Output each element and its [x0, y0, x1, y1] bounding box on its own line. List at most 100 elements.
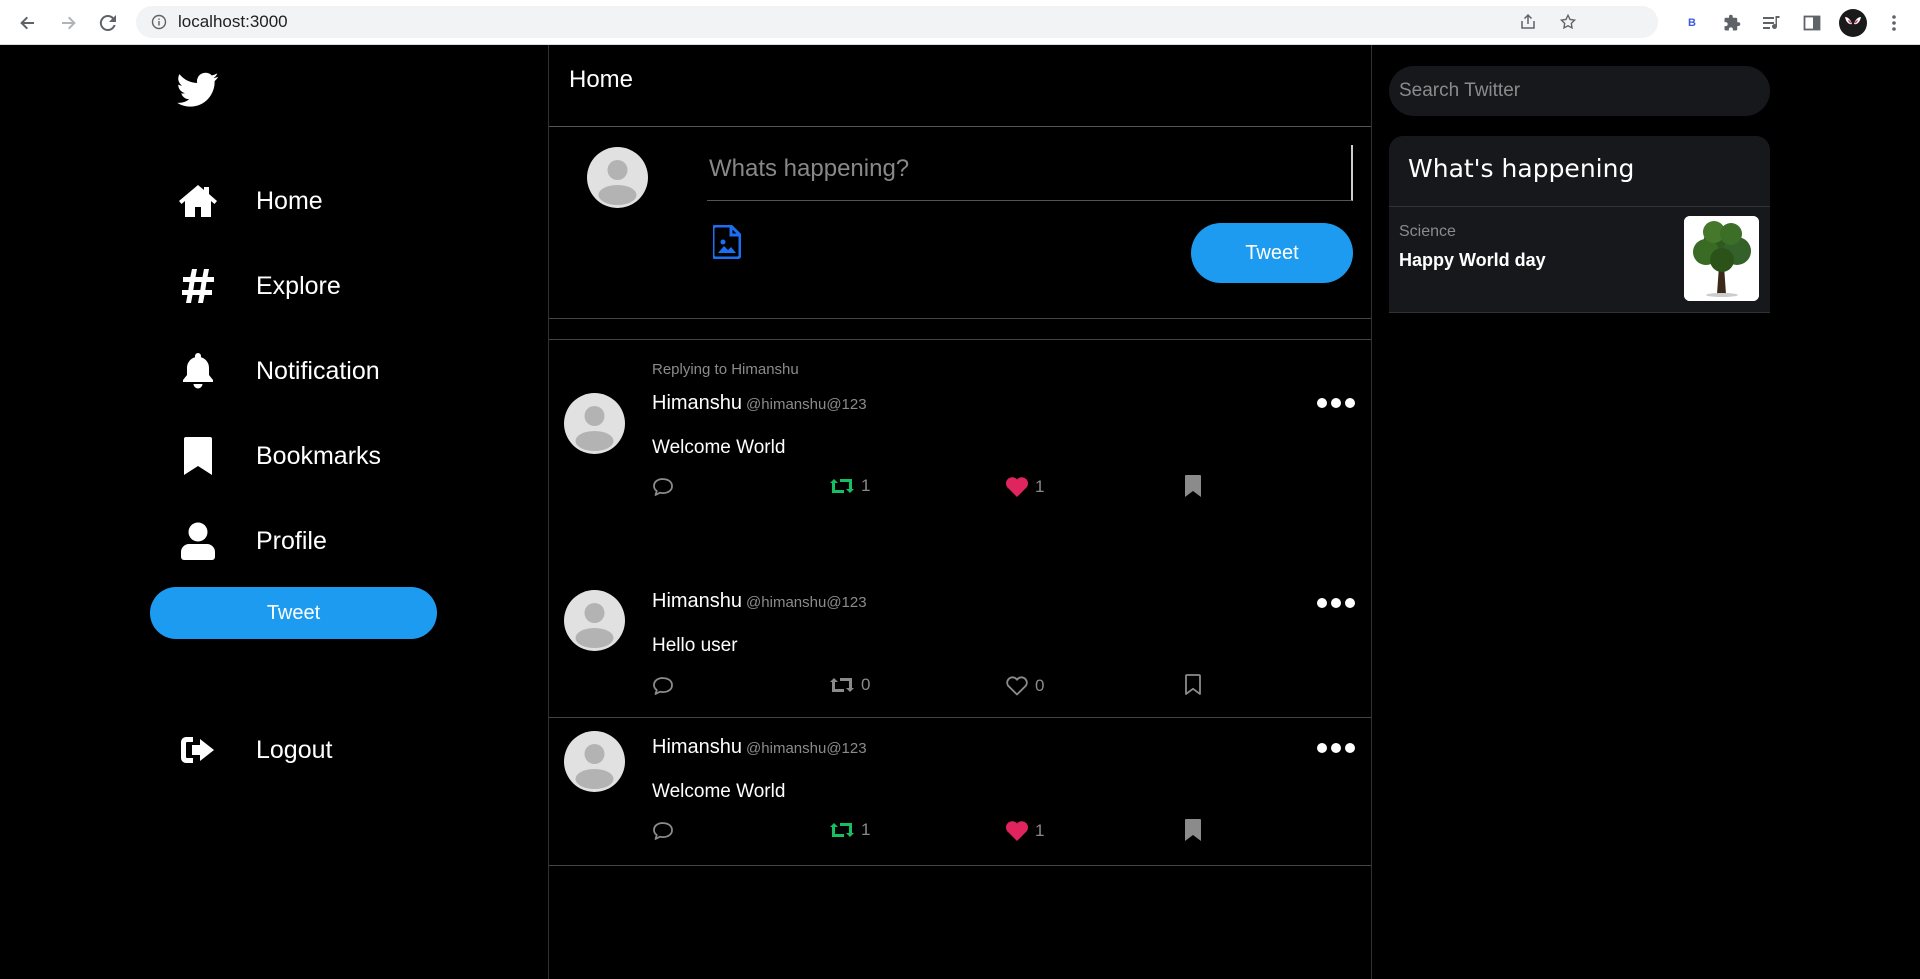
- divider: [549, 339, 1371, 340]
- sidebar-item-profile[interactable]: Profile: [178, 516, 327, 566]
- avatar: [587, 147, 648, 208]
- reply-button[interactable]: [652, 821, 674, 841]
- logout-button[interactable]: Logout: [178, 725, 332, 775]
- heart-filled-icon: [1005, 477, 1029, 497]
- sidebar-item-label: Home: [256, 186, 323, 215]
- tweet-author[interactable]: Himanshu @himanshu@123: [652, 392, 867, 415]
- media-queue-icon[interactable]: [1752, 0, 1792, 45]
- sidebar-item-label: Notification: [256, 356, 380, 385]
- bookmark-icon: [178, 436, 218, 476]
- logout-label: Logout: [256, 735, 333, 764]
- site-info-icon[interactable]: [150, 13, 168, 31]
- tweet-item[interactable]: Himanshu @himanshu@123 Hello user 0 0: [549, 578, 1371, 718]
- browser-toolbar: localhost:3000 B: [0, 0, 1920, 45]
- trend-image[interactable]: [1684, 216, 1759, 301]
- feed: Home Whats happening? Tweet Replying to …: [548, 45, 1372, 979]
- more-options-icon[interactable]: [1317, 741, 1355, 755]
- avatar[interactable]: [564, 731, 625, 792]
- extension-badge: B: [1688, 16, 1696, 29]
- trends-panel: What's happening Science Happy World day: [1389, 136, 1770, 313]
- tweet-composer: Whats happening? Tweet: [549, 127, 1371, 319]
- retweet-button[interactable]: 1: [829, 476, 870, 496]
- retweet-icon: [830, 678, 854, 692]
- like-button[interactable]: 1: [1005, 476, 1044, 497]
- tweet-input[interactable]: Whats happening?: [707, 145, 1353, 201]
- star-icon[interactable]: [1548, 6, 1588, 38]
- reply-context: Replying to Himanshu: [652, 361, 799, 378]
- logout-icon: [178, 730, 218, 770]
- comment-icon: [653, 822, 673, 840]
- search-input[interactable]: Search Twitter: [1389, 66, 1770, 116]
- like-button[interactable]: 0: [1005, 675, 1044, 696]
- author-handle: @himanshu@123: [746, 594, 867, 611]
- avatar[interactable]: [564, 393, 625, 454]
- more-options-icon[interactable]: [1317, 396, 1355, 410]
- tweet-author[interactable]: Himanshu @himanshu@123: [652, 590, 867, 613]
- page-title: Home: [569, 65, 634, 93]
- bell-icon: [178, 351, 218, 391]
- author-name: Himanshu: [652, 590, 743, 612]
- comment-icon: [653, 478, 673, 496]
- app-root: Home Explore Notification Bookmarks Prof: [0, 45, 1920, 979]
- twitter-logo-icon[interactable]: [177, 72, 219, 108]
- avatar[interactable]: [564, 590, 625, 651]
- sidebar-item-bookmarks[interactable]: Bookmarks: [178, 431, 381, 481]
- bookmark-button[interactable]: [1185, 674, 1201, 696]
- reload-icon[interactable]: [88, 0, 128, 45]
- tweet-item[interactable]: Himanshu @himanshu@123 Welcome World 1 1: [549, 719, 1371, 866]
- sidebar-item-label: Bookmarks: [256, 441, 382, 470]
- image-upload-icon[interactable]: [711, 224, 742, 260]
- address-bar[interactable]: localhost:3000: [136, 6, 1658, 38]
- author-name: Himanshu: [652, 736, 743, 758]
- profile-avatar[interactable]: [1833, 0, 1873, 45]
- bookmark-button[interactable]: [1185, 475, 1201, 497]
- sidebar-item-notification[interactable]: Notification: [178, 346, 380, 396]
- author-name: Himanshu: [652, 392, 743, 414]
- reply-button[interactable]: [652, 676, 674, 696]
- like-count: 1: [1035, 476, 1045, 496]
- tweet-text: Welcome World: [652, 437, 786, 458]
- like-count: 0: [1035, 675, 1045, 695]
- forward-icon[interactable]: [48, 0, 88, 45]
- url-text: localhost:3000: [178, 12, 288, 31]
- sidebar-tweet-button[interactable]: Tweet: [150, 587, 437, 639]
- user-icon: [178, 521, 218, 561]
- retweet-icon: [830, 479, 854, 493]
- author-handle: @himanshu@123: [746, 740, 867, 757]
- like-button[interactable]: 1: [1005, 820, 1044, 841]
- retweet-button[interactable]: 0: [829, 675, 870, 695]
- bookmark-filled-icon: [1185, 819, 1201, 841]
- trends-title: What's happening: [1408, 154, 1635, 183]
- like-count: 1: [1035, 820, 1045, 840]
- bookmark-outline-icon: [1185, 674, 1201, 695]
- bookmark-button[interactable]: [1185, 819, 1201, 841]
- home-icon: [178, 181, 218, 221]
- bookmark-filled-icon: [1185, 475, 1201, 497]
- sidebar-item-label: Profile: [256, 526, 327, 555]
- tweet-text: Hello user: [652, 635, 738, 656]
- puzzle-icon[interactable]: [1712, 0, 1752, 45]
- share-icon[interactable]: [1508, 6, 1548, 38]
- comment-icon: [653, 677, 673, 695]
- reply-button[interactable]: [652, 477, 674, 497]
- retweet-button[interactable]: 1: [829, 820, 870, 840]
- trend-category: Science: [1399, 223, 1456, 240]
- composer-tweet-button[interactable]: Tweet: [1191, 223, 1353, 283]
- extension-b-icon[interactable]: B: [1672, 0, 1712, 45]
- trend-topic[interactable]: Happy World day: [1399, 250, 1546, 271]
- side-panel-icon[interactable]: [1792, 0, 1832, 45]
- feed-header: Home: [549, 45, 1371, 127]
- author-handle: @himanshu@123: [746, 396, 867, 413]
- hashtag-icon: [178, 266, 218, 306]
- divider: [1389, 206, 1770, 207]
- back-icon[interactable]: [8, 0, 48, 45]
- heart-filled-icon: [1005, 821, 1029, 841]
- tweet-text: Welcome World: [652, 781, 786, 802]
- sidebar-item-home[interactable]: Home: [178, 176, 323, 226]
- kebab-menu-icon[interactable]: [1874, 0, 1914, 45]
- sidebar-item-explore[interactable]: Explore: [178, 261, 341, 311]
- tweet-item[interactable]: Replying to Himanshu Himanshu @himanshu@1…: [549, 353, 1371, 503]
- retweet-count: 0: [861, 675, 871, 694]
- more-options-icon[interactable]: [1317, 596, 1355, 610]
- tweet-author[interactable]: Himanshu @himanshu@123: [652, 736, 867, 759]
